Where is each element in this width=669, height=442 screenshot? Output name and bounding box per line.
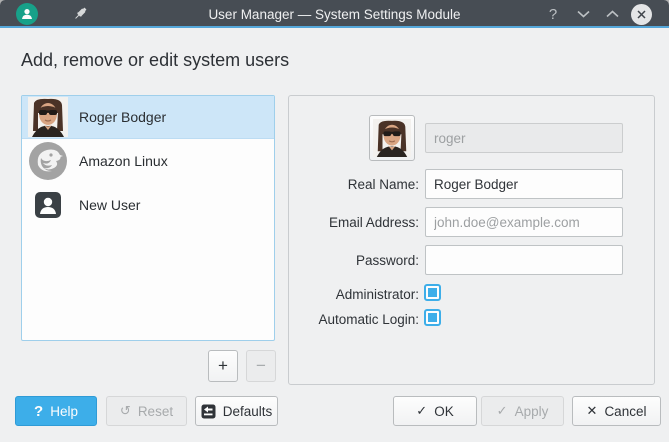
- list-item-label: New User: [79, 197, 141, 213]
- cancel-button[interactable]: ✕ Cancel: [572, 396, 661, 426]
- email-field[interactable]: [425, 207, 623, 237]
- reset-icon: ↺: [119, 403, 131, 418]
- administrator-checkbox[interactable]: [424, 284, 441, 301]
- list-item-amazon-linux[interactable]: Amazon Linux: [22, 139, 274, 183]
- help-icon: ?: [34, 402, 44, 420]
- add-user-button[interactable]: +: [208, 350, 238, 382]
- real-name-label: Real Name:: [347, 177, 419, 192]
- automatic-login-checkbox[interactable]: [424, 309, 441, 326]
- minimize-icon[interactable]: [570, 0, 596, 28]
- titlebar-help-icon[interactable]: ?: [540, 0, 566, 28]
- email-label: Email Address:: [328, 215, 419, 230]
- roger-avatar: [28, 97, 68, 137]
- page-title: Add, remove or edit system users: [21, 50, 290, 70]
- list-item-roger-bodger[interactable]: Roger Bodger: [22, 96, 274, 139]
- user-details-panel: Real Name: Email Address: Password: Admi…: [288, 95, 655, 385]
- password-label: Password:: [355, 253, 419, 268]
- defaults-button[interactable]: Defaults: [195, 396, 278, 426]
- check-icon: ✓: [416, 403, 428, 418]
- help-button[interactable]: ? Help: [15, 396, 97, 426]
- new-user-icon: [28, 185, 68, 225]
- list-item-new-user[interactable]: New User: [22, 183, 274, 227]
- check-icon: ✓: [496, 403, 508, 418]
- ok-button[interactable]: ✓ OK: [393, 396, 477, 426]
- user-manager-window: User Manager — System Settings Module ? …: [0, 0, 669, 442]
- real-name-field[interactable]: [425, 169, 623, 199]
- amazon-linux-logo: [28, 141, 68, 181]
- password-field[interactable]: [425, 245, 623, 275]
- username-field[interactable]: [425, 123, 623, 153]
- list-item-label: Roger Bodger: [79, 109, 167, 125]
- maximize-icon[interactable]: [599, 0, 625, 28]
- remove-user-button[interactable]: −: [246, 350, 276, 382]
- x-icon: ✕: [586, 403, 598, 418]
- administrator-label: Administrator:: [335, 287, 419, 302]
- automatic-login-label: Automatic Login:: [318, 312, 419, 327]
- user-list: Roger Bodger Amazon Linux New User: [21, 95, 275, 341]
- window-title: User Manager — System Settings Module: [208, 6, 461, 22]
- reset-button[interactable]: ↺ Reset: [106, 396, 187, 426]
- avatar-button[interactable]: [369, 115, 415, 161]
- apply-button[interactable]: ✓ Apply: [481, 396, 564, 426]
- titlebar[interactable]: User Manager — System Settings Module ?: [0, 0, 669, 28]
- defaults-icon: [201, 404, 216, 419]
- close-icon[interactable]: [628, 0, 654, 28]
- list-item-label: Amazon Linux: [79, 153, 168, 169]
